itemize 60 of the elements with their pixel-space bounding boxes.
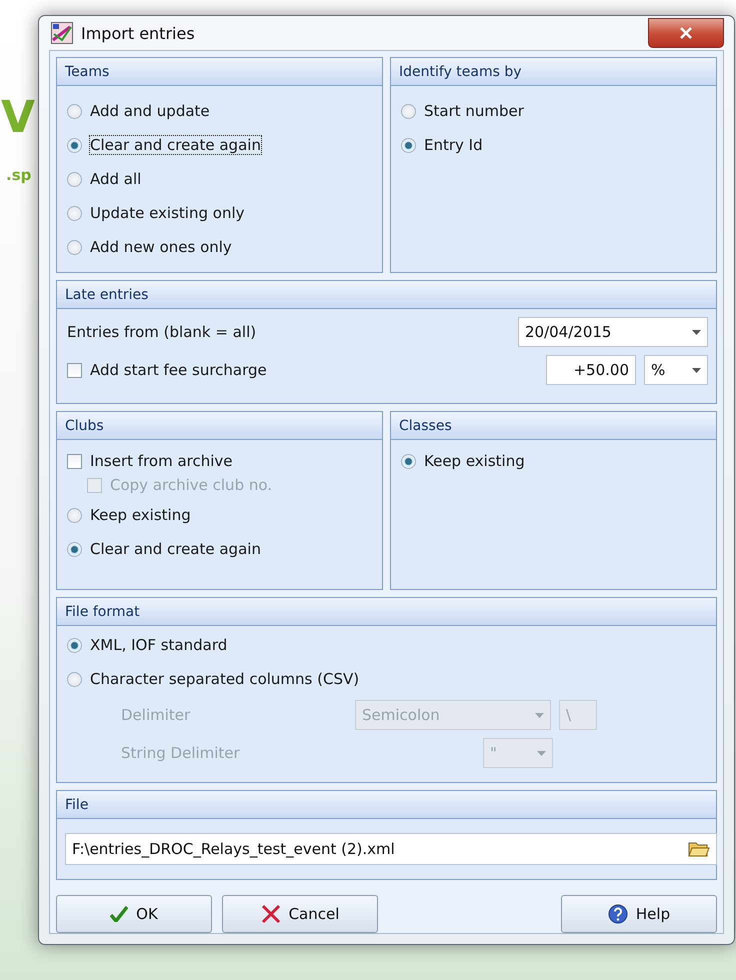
panel-header: File format bbox=[57, 598, 716, 626]
help-button[interactable]: Help bbox=[561, 895, 717, 933]
field-label: Delimiter bbox=[121, 706, 192, 724]
dropdown-caret-icon bbox=[535, 712, 544, 718]
cross-icon bbox=[260, 904, 281, 924]
panel-header: Classes bbox=[391, 412, 716, 440]
option-label: Character separated columns (CSV) bbox=[90, 670, 360, 688]
option-label: Keep existing bbox=[424, 452, 525, 470]
file-path-field[interactable]: F:\entries_DROC_Relays_test_event (2).xml bbox=[65, 833, 717, 865]
close-icon bbox=[679, 27, 693, 39]
radio-button[interactable] bbox=[401, 454, 416, 468]
radio-button[interactable] bbox=[67, 240, 82, 254]
radio-button[interactable] bbox=[401, 104, 416, 118]
option-label: Keep existing bbox=[90, 506, 191, 524]
dropdown-caret-icon bbox=[537, 750, 546, 756]
close-button[interactable] bbox=[648, 18, 724, 48]
radio-button[interactable] bbox=[67, 542, 82, 556]
option-label: Add start fee surcharge bbox=[90, 361, 268, 379]
panel-header: Teams bbox=[57, 58, 382, 86]
help-icon bbox=[608, 904, 628, 924]
option-label: Start number bbox=[424, 102, 524, 120]
option-label: Add new ones only bbox=[90, 238, 232, 256]
radio-button[interactable] bbox=[67, 138, 82, 152]
radio-button[interactable] bbox=[67, 104, 82, 118]
folder-icon[interactable] bbox=[688, 840, 710, 858]
dropdown-caret-icon bbox=[692, 330, 701, 334]
checkbox[interactable] bbox=[67, 362, 82, 378]
radio-button[interactable] bbox=[67, 206, 82, 220]
panel-header: Clubs bbox=[57, 412, 382, 440]
background-text: .sp bbox=[6, 166, 32, 184]
radio-button[interactable] bbox=[67, 172, 82, 186]
option-label: Clear and create again bbox=[90, 540, 261, 558]
option-label: XML, IOF standard bbox=[90, 636, 228, 654]
panel-header: Identify teams by bbox=[391, 58, 716, 86]
option-label: Clear and create again bbox=[90, 136, 261, 154]
option-label: Entry Id bbox=[424, 136, 483, 154]
radio-button[interactable] bbox=[67, 638, 82, 652]
panel-header: Late entries bbox=[57, 281, 716, 309]
checkbox[interactable] bbox=[67, 454, 82, 468]
radio-button[interactable] bbox=[67, 508, 82, 522]
checkmark-icon bbox=[110, 906, 128, 922]
dropdown-caret-icon bbox=[692, 368, 701, 372]
option-label: Add all bbox=[90, 170, 142, 188]
ok-button[interactable]: OK bbox=[56, 895, 212, 933]
option-label: Copy archive club no. bbox=[110, 476, 272, 494]
unit-dropdown[interactable]: % bbox=[644, 355, 708, 385]
date-field[interactable]: 20/04/2015 bbox=[518, 317, 708, 347]
surcharge-field[interactable]: +50.00 bbox=[546, 355, 636, 385]
radio-button[interactable] bbox=[67, 672, 82, 686]
radio-button[interactable] bbox=[401, 138, 416, 152]
logo-letter: V bbox=[1, 96, 36, 140]
panel-header: File bbox=[57, 791, 716, 819]
option-label: Insert from archive bbox=[90, 452, 233, 470]
option-label: Add and update bbox=[90, 102, 210, 120]
option-label: Update existing only bbox=[90, 204, 244, 222]
app-icon bbox=[51, 22, 73, 44]
cancel-button[interactable]: Cancel bbox=[222, 895, 378, 933]
field-label: String Delimiter bbox=[121, 744, 241, 762]
field-label: Entries from (blank = all) bbox=[67, 323, 258, 341]
window-title: Import entries bbox=[81, 24, 196, 42]
